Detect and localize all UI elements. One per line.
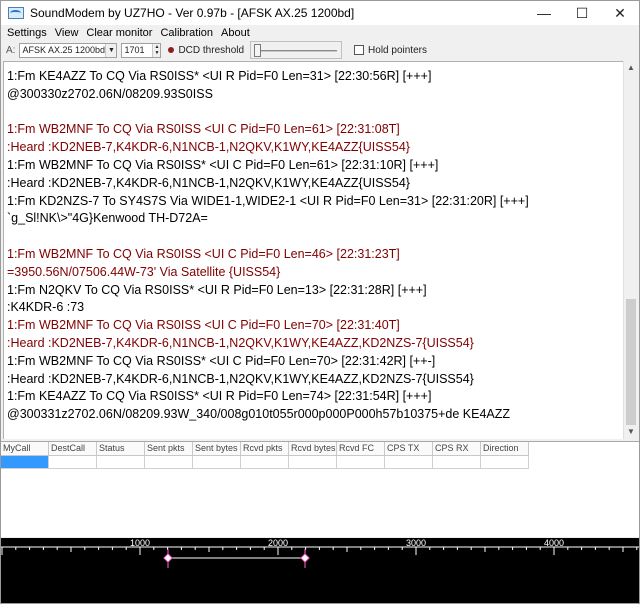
log-line: :Heard :KD2NEB-7,K4KDR-6,N1NCB-1,N2QKV,K… — [7, 371, 474, 386]
log-line: 1:Fm WB2MNF To CQ Via RS0ISS <UI C Pid=F… — [7, 247, 400, 261]
frequency-value: 1701 — [124, 44, 145, 55]
monitor-log[interactable]: 1:Fm KE4AZZ To CQ Via RS0ISS* <UI R Pid=… — [3, 61, 623, 439]
mode-select-value: AFSK AX.25 1200bd — [22, 44, 106, 55]
table-cell[interactable] — [49, 456, 97, 469]
title-bar[interactable]: SoundModem by UZ7HO - Ver 0.97b - [AFSK … — [1, 1, 639, 25]
toolbar: A: AFSK AX.25 1200bd ▼ 1701 ▲ ▼ DCD thres… — [1, 40, 639, 60]
mode-select[interactable]: AFSK AX.25 1200bd ▼ — [19, 42, 118, 58]
minimize-button[interactable]: — — [525, 1, 563, 25]
log-line: 1:Fm KE4AZZ To CQ Via RS0ISS* <UI R Pid=… — [7, 69, 432, 83]
soundmodem-window: SoundModem by UZ7HO - Ver 0.97b - [AFSK … — [0, 0, 640, 604]
log-scrollbar[interactable]: ▲ ▼ — [623, 61, 637, 439]
dcd-threshold-label: DCD threshold — [178, 44, 245, 56]
frequency-stepper[interactable]: 1701 ▲ ▼ — [121, 42, 162, 58]
hold-pointers-label: Hold pointers — [368, 44, 427, 56]
window-title: SoundModem by UZ7HO - Ver 0.97b - [AFSK … — [30, 6, 355, 20]
close-button[interactable]: ✕ — [601, 1, 639, 25]
log-line: @300331z2702.06N/08209.93W_340/008g010t0… — [7, 407, 511, 422]
log-line: :K4KDR-6 :73 — [7, 300, 85, 315]
scroll-down-icon[interactable]: ▼ — [624, 425, 638, 439]
column-header[interactable]: CPS RX — [433, 442, 481, 456]
log-line: @300330z2702.06N/08209.93S0ISS — [7, 86, 213, 101]
table-row[interactable] — [1, 456, 529, 469]
log-line: 1:Fm WB2MNF To CQ Via RS0ISS <UI C Pid=F… — [7, 318, 400, 333]
table-cell[interactable] — [241, 456, 289, 469]
table-cell[interactable] — [97, 456, 145, 469]
log-line: 1:Fm KE4AZZ To CQ Via RS0ISS* <UI R Pid=… — [7, 389, 432, 404]
log-line: 1:Fm WB2MNF To CQ Via RS0ISS* <UI C Pid=… — [7, 158, 439, 172]
scroll-up-icon[interactable]: ▲ — [624, 61, 638, 75]
table-cell[interactable] — [145, 456, 193, 469]
log-line: `g_Sl!NK\>"4G}Kenwood TH-D72A= — [7, 211, 208, 226]
log-line: 1:Fm N2QKV To CQ Via RS0ISS* <UI R Pid=F… — [7, 282, 427, 297]
table-cell[interactable] — [289, 456, 337, 469]
ruler-tick-label: 2000 — [268, 538, 288, 548]
log-line: :Heard :KD2NEB-7,K4KDR-6,N1NCB-1,N2QKV,K… — [7, 140, 410, 155]
log-line: :Heard :KD2NEB-7,K4KDR-6,N1NCB-1,N2QKV,K… — [7, 175, 410, 190]
column-header[interactable]: Rcvd bytes — [289, 442, 337, 456]
log-line: 1:Fm KD2NZS-7 To SY4S7S Via WIDE1-1,WIDE… — [7, 193, 529, 208]
menu-clear-monitor[interactable]: Clear monitor — [82, 27, 156, 39]
column-header[interactable]: Direction — [481, 442, 529, 456]
menu-settings[interactable]: Settings — [3, 27, 51, 39]
column-header[interactable]: DestCall — [49, 442, 97, 456]
column-header[interactable]: Sent pkts — [145, 442, 193, 456]
spin-arrows-icon[interactable]: ▲ ▼ — [152, 43, 161, 57]
column-header[interactable]: MyCall — [1, 442, 49, 456]
table-cell[interactable] — [337, 456, 385, 469]
menu-bar: Settings View Clear monitor Calibration … — [1, 25, 639, 40]
menu-view[interactable]: View — [51, 27, 83, 39]
table-header: MyCall DestCall Status Sent pkts Sent bytes R… — [1, 442, 529, 456]
column-header[interactable]: Status — [97, 442, 145, 456]
tone-marker-diamond-icon[interactable] — [300, 553, 310, 563]
frequency-ruler[interactable]: 1000 2000 3000 4000 — [1, 538, 639, 604]
tone-marker-diamond-icon[interactable] — [163, 553, 173, 563]
hold-pointers-checkbox[interactable] — [354, 45, 365, 55]
table-cell[interactable] — [433, 456, 481, 469]
log-line: :Heard :KD2NEB-7,K4KDR-6,N1NCB-1,N2QKV,K… — [7, 336, 474, 350]
scrollbar-thumb[interactable] — [626, 299, 636, 425]
ruler-tick-label: 3000 — [406, 538, 426, 548]
column-header[interactable]: CPS TX — [385, 442, 433, 456]
column-header[interactable]: Sent bytes — [193, 442, 241, 456]
slider-thumb[interactable] — [254, 44, 262, 57]
table-cell[interactable] — [193, 456, 241, 469]
table-cell[interactable] — [1, 456, 49, 469]
ruler-tick-label: 4000 — [544, 538, 564, 548]
table-cell[interactable] — [385, 456, 433, 469]
column-header[interactable]: Rcvd FC — [337, 442, 385, 456]
table-cell[interactable] — [481, 456, 529, 469]
menu-calibration[interactable]: Calibration — [156, 27, 217, 39]
slider-track — [255, 50, 338, 52]
log-line: 1:Fm WB2MNF To CQ Via RS0ISS <UI C Pid=F… — [7, 122, 400, 137]
log-line: =3950.56N/07506.44W-73' Via Satellite {U… — [7, 264, 281, 279]
dcd-indicator-icon — [168, 47, 175, 53]
soundmodem-app-icon — [8, 7, 24, 19]
dcd-threshold-slider[interactable] — [250, 41, 343, 59]
ruler-tick-label: 1000 — [130, 538, 150, 548]
menu-about[interactable]: About — [217, 27, 254, 39]
column-header[interactable]: Rcvd pkts — [241, 442, 289, 456]
log-line: 1:Fm WB2MNF To CQ Via RS0ISS* <UI C Pid=… — [7, 353, 436, 368]
chevron-down-icon: ▼ — [105, 43, 117, 57]
waterfall-spectrum[interactable]: 1000 2000 3000 4000 — [1, 538, 639, 604]
maximize-button[interactable]: ☐ — [563, 1, 601, 25]
channel-label: A: — [6, 44, 16, 56]
station-table: MyCall DestCall Status Sent pkts Sent bytes R… — [1, 441, 639, 537]
